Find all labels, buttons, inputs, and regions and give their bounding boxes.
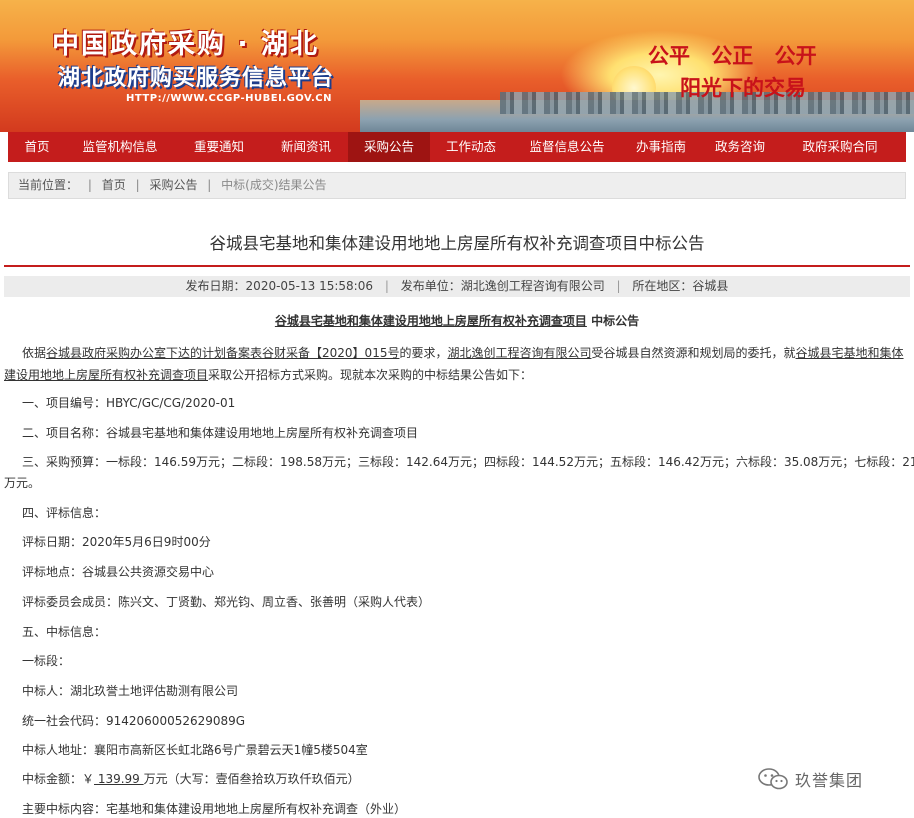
- nav-item-news[interactable]: 新闻资讯: [264, 132, 348, 162]
- subtitle-project-name: 谷城县宅基地和集体建设用地地上房屋所有权补充调查项目: [274, 314, 587, 328]
- meta-separator: |: [384, 279, 389, 293]
- award-heading: 五、中标信息：: [22, 625, 107, 639]
- nav-item-procurement[interactable]: 采购公告: [348, 132, 430, 162]
- breadcrumb-prefix: 当前位置：: [18, 178, 79, 192]
- main-content: 主要中标内容：宅基地和集体建设用地地上房屋所有权补充调查（外业）: [22, 802, 407, 816]
- intro-agency: 湖北逸创工程咨询有限公司: [447, 346, 592, 360]
- project-name: 二、项目名称：谷城县宅基地和集体建设用地地上房屋所有权补充调查项目: [22, 426, 419, 440]
- amount-value: 139.99: [94, 772, 144, 786]
- breadcrumb-current: 中标(成交)结果公告: [221, 178, 327, 192]
- evaluation-committee: 评标委员会成员：陈兴文、丁贤勤、郑光钧、周立香、张善明（采购人代表）: [22, 595, 431, 609]
- title-divider: [4, 265, 910, 267]
- amount-prefix: 中标金额：￥: [22, 772, 95, 786]
- nav-item-home[interactable]: 首页: [8, 132, 66, 162]
- bidder-address: 中标人地址：襄阳市高新区长虹北路6号广景碧云天1幢5楼504室: [22, 743, 368, 757]
- publisher: 发布单位：湖北逸创工程咨询有限公司: [400, 279, 605, 293]
- nav-item-regulators[interactable]: 监管机构信息: [66, 132, 174, 162]
- nav-item-consult[interactable]: 政务咨询: [700, 132, 780, 162]
- watermark-text: 玖誉集团: [795, 771, 864, 790]
- evaluation-place: 评标地点：谷城县公共资源交易中心: [22, 565, 215, 579]
- credit-code: 统一社会代码：91420600052629089G: [22, 714, 246, 728]
- banner-title-sub: 湖北政府购买服务信息平台: [58, 66, 335, 91]
- nav-item-guide[interactable]: 办事指南: [622, 132, 700, 162]
- breadcrumb-home[interactable]: 首页: [102, 178, 126, 192]
- banner-slogan-2: 阳光下的交易: [680, 76, 806, 100]
- banner-title-main: 中国政府采购 · 湖北: [52, 29, 320, 60]
- subtitle-suffix: 中标公告: [586, 314, 640, 328]
- intro-text: 采取公开招标方式采购。现就本次采购的中标结果公告如下：: [208, 368, 533, 382]
- watermark: 玖誉集团: [757, 766, 863, 792]
- meta-separator: |: [616, 279, 621, 293]
- article-subtitle: 谷城县宅基地和集体建设用地地上房屋所有权补充调查项目 中标公告: [0, 312, 914, 329]
- banner-url: HTTP://WWW.CCGP-HUBEI.GOV.CN: [126, 93, 332, 104]
- intro-text: 依据: [22, 346, 47, 360]
- nav-item-contracts[interactable]: 政府采购合同: [780, 132, 900, 162]
- breadcrumb: 当前位置： | 首页 | 采购公告 | 中标(成交)结果公告: [8, 172, 906, 199]
- nav-item-work-updates[interactable]: 工作动态: [430, 132, 512, 162]
- breadcrumb-section[interactable]: 采购公告: [149, 178, 197, 192]
- nav-item-supervision[interactable]: 监督信息公告: [512, 132, 622, 162]
- article-body: 谷城县宅基地和集体建设用地地上房屋所有权补充调查项目 中标公告 依据谷城县政府采…: [0, 312, 914, 816]
- budget-line: 三、采购预算：一标段：146.59万元；二标段：198.58万元；三标段：142…: [22, 455, 914, 469]
- region: 所在地区：谷城县: [632, 279, 729, 293]
- amount-suffix: 万元（大写：壹佰叁拾玖万玖仟玖佰元）: [143, 772, 360, 786]
- breadcrumb-separator: |: [87, 178, 92, 192]
- lot-one-heading: 一标段：: [22, 654, 71, 668]
- winning-bidder: 中标人：湖北玖誉土地评估勘测有限公司: [22, 684, 239, 698]
- intro-text: 的要求，: [399, 346, 448, 360]
- nav-item-notices[interactable]: 重要通知: [174, 132, 264, 162]
- publish-date: 发布日期：2020-05-13 15:58:06: [185, 279, 373, 293]
- award-amount: 中标金额：￥ 139.99 万元（大写：壹佰叁拾玖万玖仟玖佰元）: [22, 770, 360, 787]
- main-nav: 首页 监管机构信息 重要通知 新闻资讯 采购公告 工作动态 监督信息公告 办事指…: [8, 132, 906, 162]
- budget-line-end: 万元。: [4, 476, 41, 490]
- banner-slogan-1: 公平 公正 公开: [648, 44, 817, 68]
- wechat-icon: [757, 767, 789, 791]
- breadcrumb-separator: |: [135, 178, 140, 192]
- intro-plan-ref: 谷城县政府采购办公室下达的计划备案表谷财采备【2020】015号: [46, 346, 400, 360]
- site-banner: 中国政府采购 · 湖北 湖北政府购买服务信息平台 HTTP://WWW.CCGP…: [0, 0, 914, 132]
- breadcrumb-separator: |: [207, 178, 212, 192]
- article-meta: 发布日期：2020-05-13 15:58:06 | 发布单位：湖北逸创工程咨询…: [4, 276, 910, 297]
- intro-text: 受谷城县自然资源和规划局的委托，就: [591, 346, 796, 360]
- project-number: 一、项目编号：HBYC/GC/CG/2020-01: [22, 396, 236, 410]
- intro-paragraph: 依据谷城县政府采购办公室下达的计划备案表谷财采备【2020】015号的要求，湖北…: [4, 342, 910, 386]
- page-title: 谷城县宅基地和集体建设用地地上房屋所有权补充调查项目中标公告: [209, 234, 705, 253]
- evaluation-heading: 四、评标信息：: [22, 506, 107, 520]
- evaluation-date: 评标日期：2020年5月6日9时00分: [22, 535, 211, 549]
